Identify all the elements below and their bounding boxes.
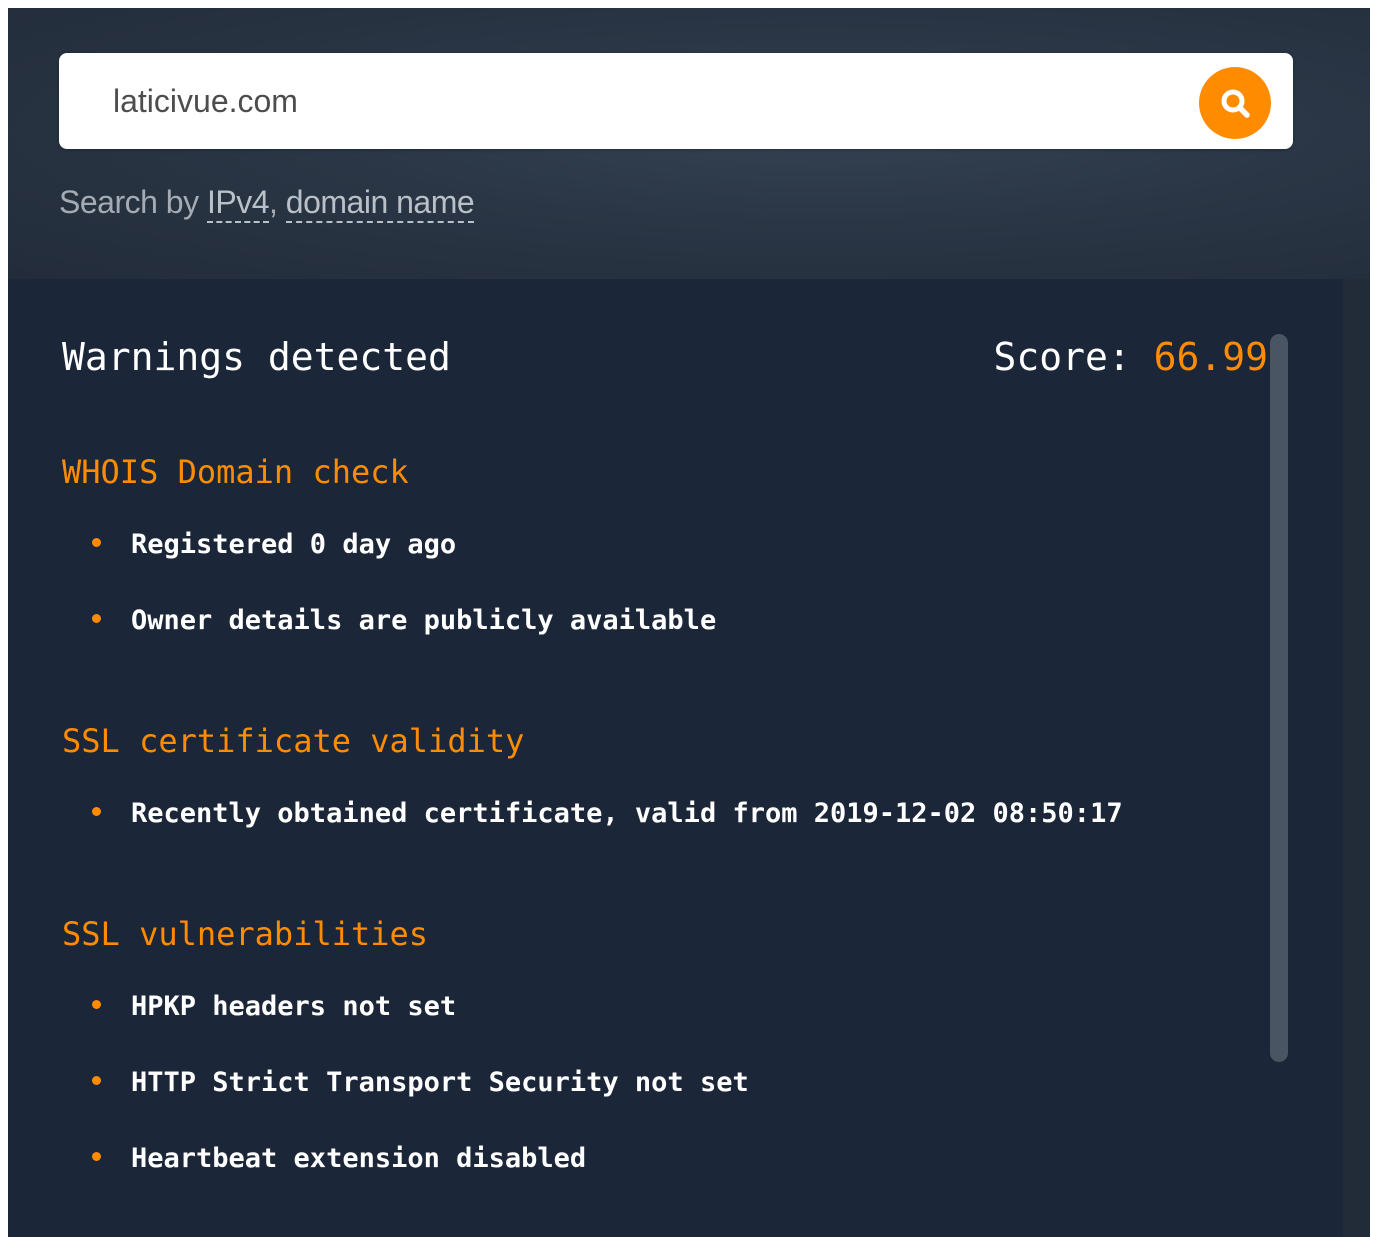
scroll-track — [1343, 279, 1370, 1237]
score-label: Score: — [993, 335, 1154, 379]
search-input[interactable] — [113, 75, 1173, 127]
domain-name-link[interactable]: domain name — [285, 184, 475, 223]
warning-item: HPKP headers not set — [92, 991, 456, 1031]
results-title: Warnings detected — [62, 335, 451, 379]
warning-item-text: Owner details are publicly available — [131, 605, 717, 636]
warning-item: Recently obtained certificate, valid fro… — [92, 798, 1123, 838]
section-title-ssl-vulnerabilities: SSL vulnerabilities — [62, 915, 429, 953]
warning-item: Owner details are publicly available — [92, 605, 716, 645]
bullet-icon — [92, 1076, 101, 1085]
warning-item-text: Recently obtained certificate, valid fro… — [131, 798, 1123, 829]
section-title-whois: WHOIS Domain check — [62, 453, 409, 491]
warning-item-text: HPKP headers not set — [131, 991, 457, 1022]
search-hint: Search by IPv4, domain name — [59, 184, 475, 223]
warning-item: Heartbeat extension disabled — [92, 1143, 586, 1183]
ipv4-link[interactable]: IPv4 — [206, 184, 270, 223]
app-frame: Search by IPv4, domain name Warnings det… — [8, 8, 1370, 1237]
search-box — [59, 53, 1293, 149]
bullet-icon — [92, 807, 101, 816]
search-area: Search by IPv4, domain name — [8, 8, 1370, 279]
score-value: 66.99 — [1153, 335, 1268, 379]
scrollbar-thumb[interactable] — [1270, 334, 1288, 1062]
warning-item: HTTP Strict Transport Security not set — [92, 1067, 749, 1107]
warning-item-text: HTTP Strict Transport Security not set — [131, 1067, 749, 1098]
warning-item-text: Registered 0 day ago — [131, 529, 457, 560]
warning-item-text: Heartbeat extension disabled — [131, 1143, 587, 1174]
search-button[interactable] — [1199, 67, 1271, 139]
bullet-icon — [92, 538, 101, 547]
search-hint-prefix: Search by — [59, 184, 207, 220]
search-hint-separator: , — [269, 184, 286, 220]
bullet-icon — [92, 614, 101, 623]
bullet-icon — [92, 1152, 101, 1161]
bullet-icon — [92, 1000, 101, 1009]
score: Score: 66.99 — [993, 335, 1268, 379]
search-icon — [1221, 89, 1250, 118]
warning-item: Registered 0 day ago — [92, 529, 456, 569]
section-title-ssl-validity: SSL certificate validity — [62, 722, 525, 760]
